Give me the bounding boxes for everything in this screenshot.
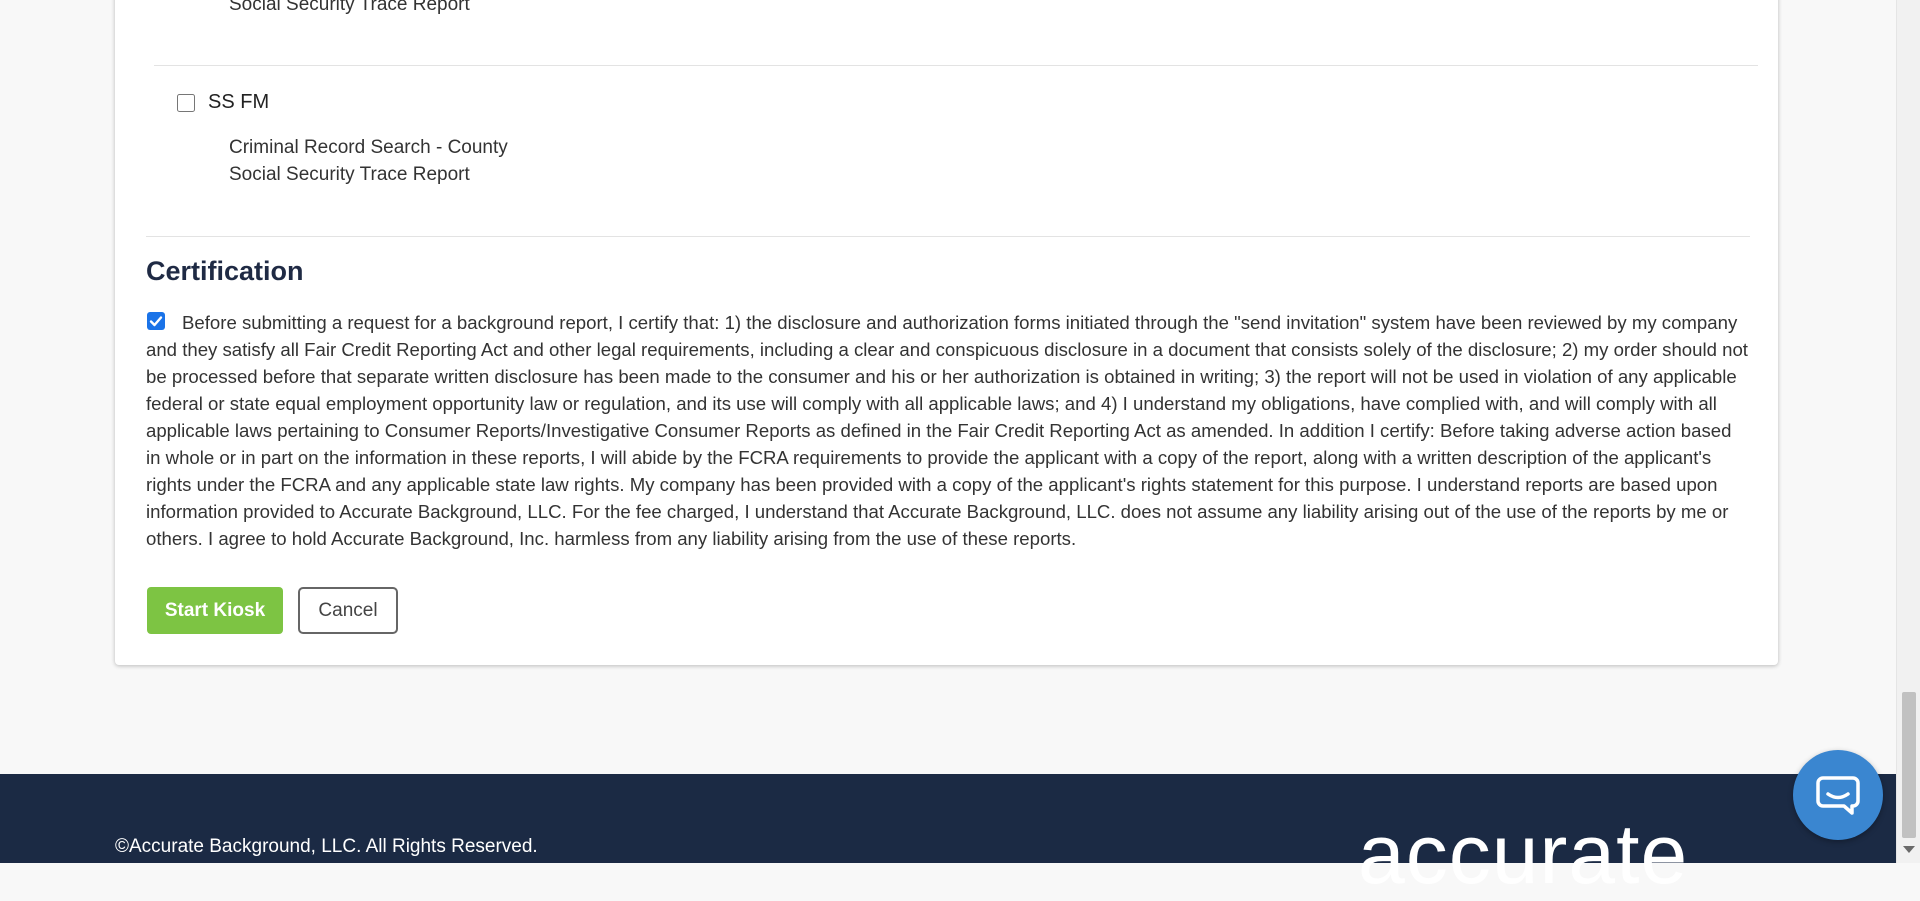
package-checkbox-ss-fm[interactable] [177,93,195,112]
certification-checkbox[interactable] [147,312,165,330]
previous-package-item: Social Security Trace Report [229,0,470,15]
checkmark-icon [149,316,163,327]
footer-copyright: ©Accurate Background, LLC. All Rights Re… [115,836,538,857]
section-divider [146,236,1750,237]
chat-widget-button[interactable] [1793,750,1883,840]
page-scrollbar[interactable] [1896,0,1920,863]
package-option-ss-fm[interactable]: SS FM [177,91,269,114]
chat-bubble-icon [1816,776,1860,815]
package-include-item: Criminal Record Search - County [229,137,508,158]
accurate-logo: accurate [1358,807,1689,901]
start-kiosk-button[interactable]: Start Kiosk [147,587,283,634]
package-divider [154,65,1758,66]
certification-text: Before submitting a request for a backgr… [146,312,1748,549]
package-include-item: Social Security Trace Report [229,164,470,185]
package-name: SS FM [208,91,270,113]
scrollbar-thumb[interactable] [1902,692,1916,838]
scroll-down-arrow-icon[interactable] [1903,846,1915,853]
page-footer: ©Accurate Background, LLC. All Rights Re… [0,774,1896,896]
package-includes-list: Criminal Record Search - County Social S… [229,134,508,188]
cancel-button[interactable]: Cancel [298,587,398,634]
certification-heading: Certification [146,256,304,286]
